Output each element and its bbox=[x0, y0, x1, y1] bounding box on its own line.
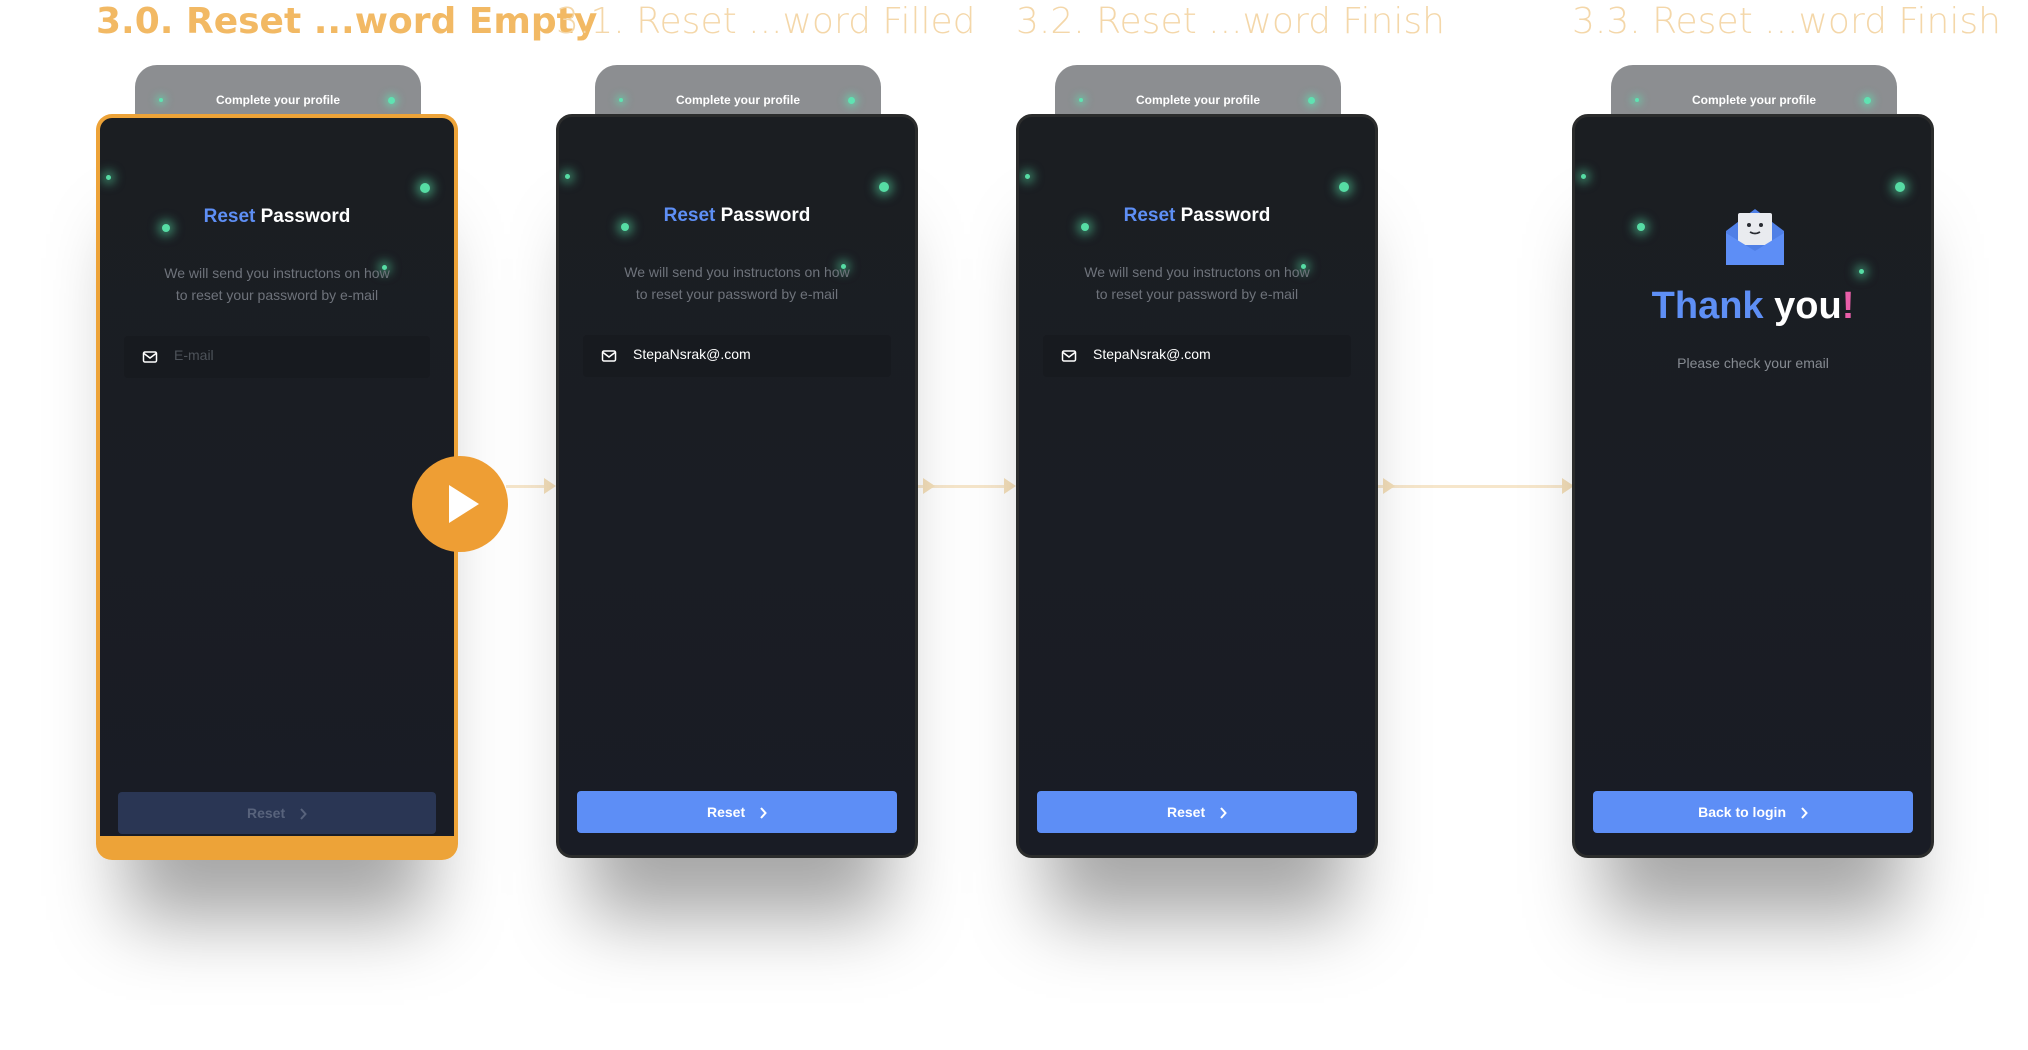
description-line: to reset your password by e-mail bbox=[1095, 286, 1299, 302]
arrow-head-icon bbox=[923, 478, 935, 494]
frame-title-finish[interactable]: 3.2. Reset ...word Finish bbox=[1016, 0, 1445, 44]
description: We will send you instructons on how to r… bbox=[599, 261, 875, 305]
mail-icon bbox=[1061, 350, 1077, 362]
glow-dot bbox=[1635, 98, 1639, 102]
glow-dot bbox=[1637, 223, 1645, 231]
glow-dot bbox=[1864, 97, 1871, 104]
chevron-right-icon bbox=[300, 808, 307, 820]
glow-dot bbox=[1581, 174, 1586, 179]
title-accent: Reset bbox=[1123, 205, 1176, 226]
title-rest: Password bbox=[260, 206, 351, 227]
screen-title: Reset Password bbox=[1019, 205, 1375, 227]
profile-tab-label: Complete your profile bbox=[1691, 93, 1816, 107]
description-line: We will send you instructons on how bbox=[1084, 264, 1310, 280]
mail-icon bbox=[142, 351, 158, 363]
reset-button-label: Reset bbox=[1166, 804, 1206, 820]
title-accent: Reset bbox=[663, 205, 716, 226]
title-accent: Thank bbox=[1651, 285, 1764, 327]
envelope-illustration bbox=[1726, 209, 1784, 265]
description-line: We will send you instructons on how bbox=[164, 265, 390, 281]
arrow-head-icon bbox=[1004, 478, 1016, 494]
profile-tab-label: Complete your profile bbox=[1135, 93, 1260, 107]
email-value: StepaNsrak@.com bbox=[1093, 346, 1211, 362]
chevron-right-icon bbox=[1801, 807, 1808, 819]
glow-dot bbox=[420, 183, 430, 193]
chevron-right-icon bbox=[1220, 807, 1227, 819]
play-icon bbox=[449, 485, 479, 523]
reset-button[interactable]: Reset bbox=[577, 791, 897, 833]
glow-dot bbox=[1895, 182, 1905, 192]
back-to-login-button[interactable]: Back to login bbox=[1593, 791, 1913, 833]
reset-button-label: Reset bbox=[706, 804, 746, 820]
glow-dot bbox=[848, 97, 855, 104]
chevron-right-icon bbox=[760, 807, 767, 819]
description: We will send you instructons on how to r… bbox=[1059, 261, 1335, 305]
profile-tab-label: Complete your profile bbox=[675, 93, 800, 107]
reset-button-label: Reset bbox=[246, 805, 286, 821]
phone-reset-empty[interactable]: Reset Password We will send you instruct… bbox=[96, 114, 458, 860]
glow-dot bbox=[388, 97, 395, 104]
glow-dot bbox=[1308, 97, 1315, 104]
email-input[interactable]: StepaNsrak@.com bbox=[1043, 335, 1351, 377]
frame-title-thank-you[interactable]: 3.3. Reset ...word Finish bbox=[1572, 0, 2001, 44]
email-value: StepaNsrak@.com bbox=[633, 346, 751, 362]
email-placeholder: E-mail bbox=[174, 347, 214, 363]
profile-tab-label: Complete your profile bbox=[215, 93, 340, 107]
arrow-head-icon bbox=[544, 478, 556, 494]
glow-dot bbox=[619, 98, 623, 102]
glow-dot bbox=[106, 175, 111, 180]
description-line: to reset your password by e-mail bbox=[635, 286, 839, 302]
glow-dot bbox=[879, 182, 889, 192]
frame-title-empty[interactable]: 3.0. Reset ...word Empty bbox=[96, 0, 597, 44]
glow-dot bbox=[159, 98, 163, 102]
glow-dot bbox=[1339, 182, 1349, 192]
mail-icon bbox=[601, 350, 617, 362]
phone-thank-you[interactable]: Thank you! Please check your email Back … bbox=[1572, 114, 1934, 858]
phone-reset-finish[interactable]: Reset Password We will send you instruct… bbox=[1016, 114, 1378, 858]
title-accent: Reset bbox=[203, 206, 256, 227]
screen-title: Reset Password bbox=[100, 206, 454, 228]
glow-dot bbox=[1859, 269, 1864, 274]
check-email-message: Please check your email bbox=[1677, 355, 1829, 371]
frame-title-filled[interactable]: 3.1. Reset ...word Filled bbox=[556, 0, 976, 44]
title-rest: you bbox=[1774, 285, 1842, 327]
glow-dot bbox=[1079, 98, 1083, 102]
screen-title: Reset Password bbox=[559, 205, 915, 227]
reset-button[interactable]: Reset bbox=[118, 792, 436, 834]
glow-dot bbox=[565, 174, 570, 179]
reset-button[interactable]: Reset bbox=[1037, 791, 1357, 833]
phone-reset-filled[interactable]: Reset Password We will send you instruct… bbox=[556, 114, 918, 858]
thank-you-title: Thank you! bbox=[1575, 285, 1931, 328]
prototype-play-button[interactable] bbox=[412, 456, 508, 552]
title-mark: ! bbox=[1841, 285, 1855, 327]
email-input[interactable]: E-mail bbox=[124, 336, 430, 378]
description: We will send you instructons on how to r… bbox=[140, 262, 414, 306]
email-input[interactable]: StepaNsrak@.com bbox=[583, 335, 891, 377]
flow-connector bbox=[1378, 485, 1568, 488]
glow-dot bbox=[1025, 174, 1030, 179]
title-rest: Password bbox=[720, 205, 811, 226]
back-to-login-label: Back to login bbox=[1698, 804, 1786, 820]
arrow-head-icon bbox=[1383, 478, 1395, 494]
description-line: We will send you instructons on how bbox=[624, 264, 850, 280]
description-line: to reset your password by e-mail bbox=[175, 287, 379, 303]
title-rest: Password bbox=[1180, 205, 1271, 226]
